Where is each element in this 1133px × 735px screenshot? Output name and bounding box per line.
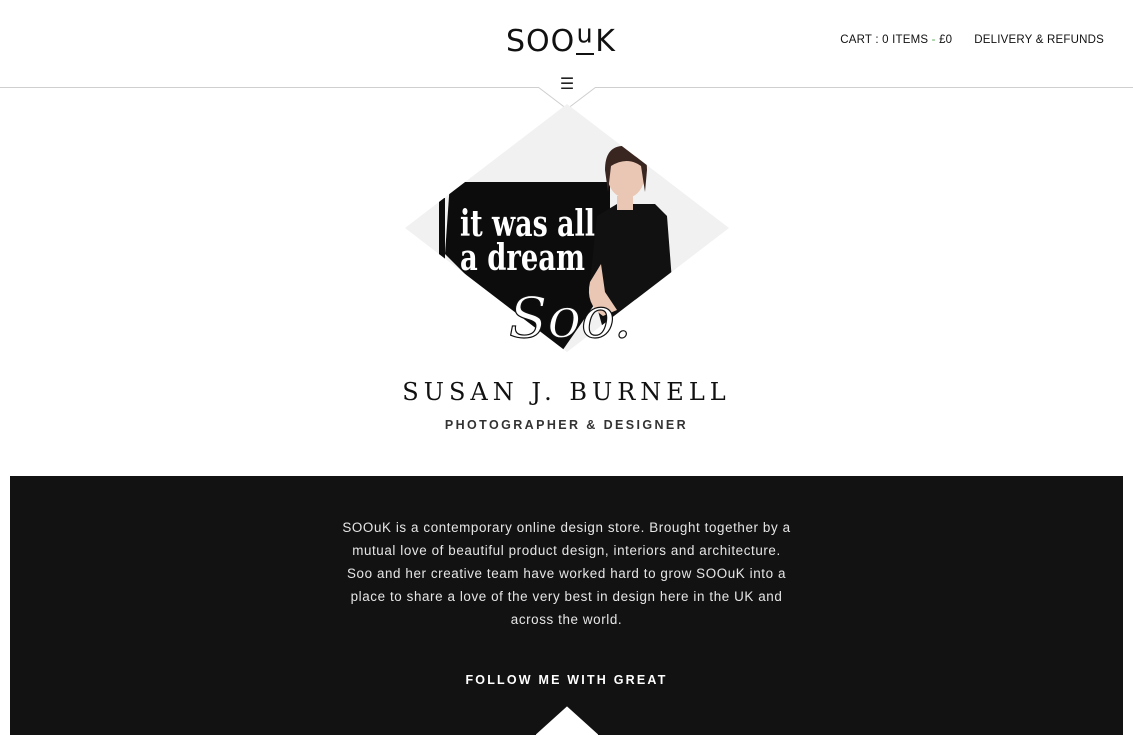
logo-prefix: SOO	[506, 24, 576, 59]
page: SOO u K CART : 0 ITEMS - £0 DELIVERY & R…	[0, 0, 1133, 735]
sign-edge	[439, 198, 445, 260]
header-nav: CART : 0 ITEMS - £0 DELIVERY & REFUNDS	[840, 34, 1104, 46]
logo-u-mark: u	[575, 20, 595, 60]
about-line: Soo and her creative team have worked ha…	[347, 566, 786, 581]
about-section: SOOuK is a contemporary online design st…	[10, 476, 1123, 735]
cart-label: CART : 0 ITEMS	[840, 34, 929, 46]
follow-heading: FOLLOW ME WITH GREAT	[465, 673, 668, 687]
logo-suffix: K	[595, 24, 616, 59]
about-line: across the world.	[510, 612, 623, 627]
about-line: mutual love of beautiful product design,…	[352, 543, 781, 558]
cart-total: £0	[939, 34, 953, 46]
delivery-refunds-link[interactable]: DELIVERY & REFUNDS	[974, 34, 1104, 46]
profile-role: PHOTOGRAPHER & DESIGNER	[444, 418, 689, 432]
about-text: SOOuK is a contemporary online design st…	[320, 516, 813, 631]
follow-notch	[536, 706, 598, 735]
menu-icon[interactable]: ☰	[556, 73, 578, 93]
logo-u: u	[576, 19, 594, 50]
signature: Soo.	[509, 286, 632, 351]
cart-separator: -	[928, 34, 940, 46]
profile-name: SUSAN J. BURNELL	[402, 378, 731, 406]
site-logo[interactable]: SOO u K	[506, 20, 616, 60]
hero-portrait-graphic: it was all a dream Soo.	[405, 104, 729, 352]
about-line: place to share a love of the very best i…	[350, 589, 783, 604]
cart-link[interactable]: CART : 0 ITEMS - £0	[840, 34, 952, 46]
graphic-line-2: a dream	[460, 237, 585, 279]
about-line: SOOuK is a contemporary online design st…	[342, 520, 791, 535]
